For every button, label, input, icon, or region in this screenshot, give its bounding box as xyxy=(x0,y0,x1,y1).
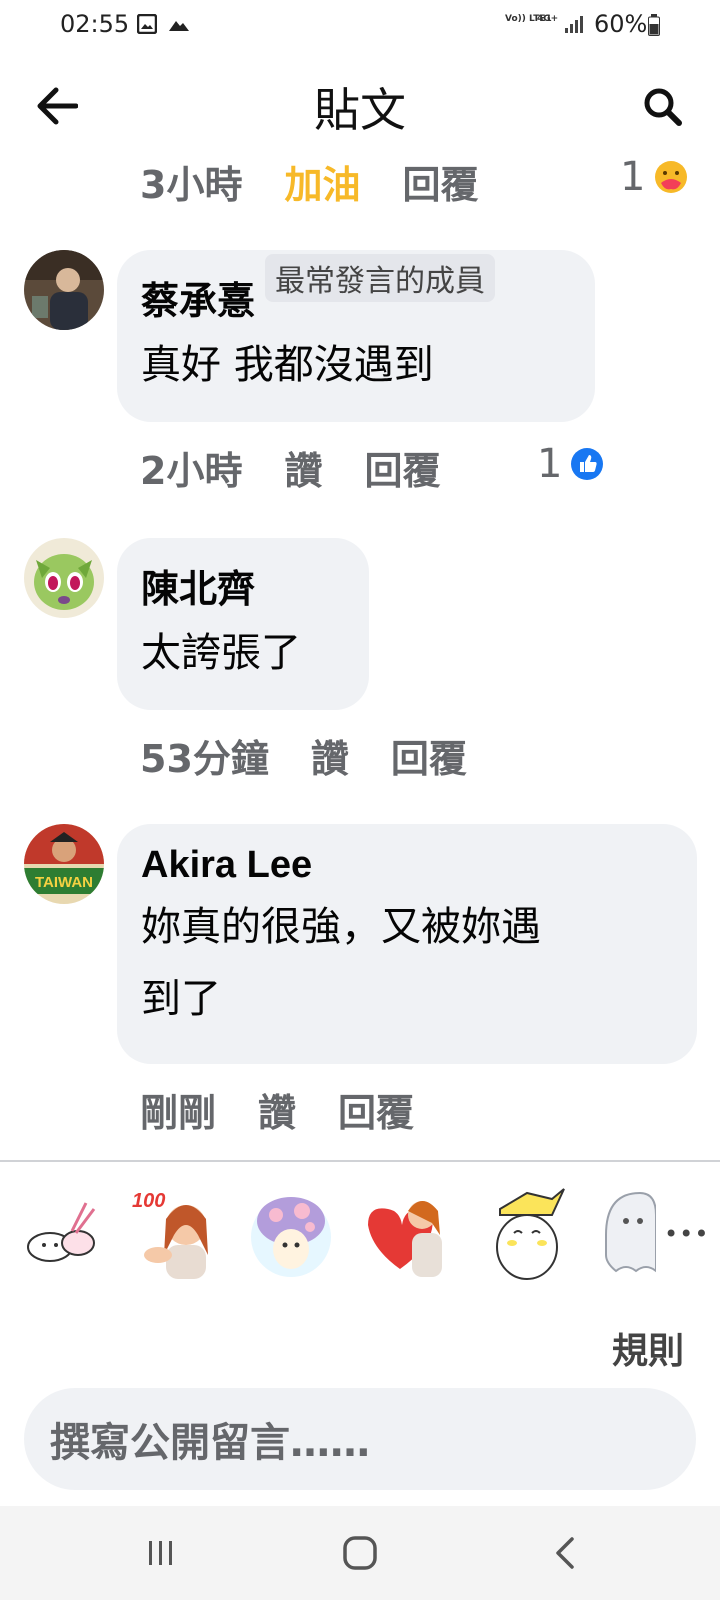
mushroom-sticker[interactable] xyxy=(246,1185,336,1281)
reaction-count: 1 xyxy=(620,154,646,200)
comment-actions: 53分鐘 讚 回覆 xyxy=(140,728,509,783)
comment-text: 妳真的很強，又被妳遇 到了 xyxy=(141,891,673,1035)
sticker-100-label: 100 xyxy=(132,1190,165,1212)
heart-hug-girl-sticker[interactable] xyxy=(360,1185,450,1281)
comment-time: 剛剛 xyxy=(140,1090,217,1135)
reply-button[interactable]: 回覆 xyxy=(402,154,478,209)
reply-button[interactable]: 回覆 xyxy=(338,1082,414,1137)
comment-author[interactable]: Akira Lee xyxy=(141,844,312,887)
comment-actions: 2小時 讚 回覆 xyxy=(140,440,482,495)
like-button[interactable]: 讚 xyxy=(284,440,322,495)
reaction-summary[interactable]: 1 xyxy=(620,154,689,200)
page-title: 貼文 xyxy=(314,83,406,137)
reply-button[interactable]: 回覆 xyxy=(391,728,467,783)
comment-time: 2小時 xyxy=(140,448,243,493)
comment-time: 53分鐘 xyxy=(140,736,269,781)
comment-author[interactable]: 陳北齊 xyxy=(141,558,255,613)
seal-sticker[interactable] xyxy=(482,1185,572,1281)
system-navigation-bar xyxy=(0,1506,720,1600)
like-reaction-icon xyxy=(571,448,604,480)
top-contributor-badge: 最常發言的成員 xyxy=(265,253,496,302)
status-bar: 02:55 Vo)) LTE1 4G+ 60% xyxy=(0,0,720,52)
home-button[interactable] xyxy=(335,1530,385,1576)
image-notification-icon xyxy=(137,14,157,34)
back-nav-button[interactable] xyxy=(540,1530,590,1576)
more-stickers-button[interactable]: ••• xyxy=(664,1220,709,1248)
comment-text: 真好 我都沒遇到 xyxy=(141,342,434,388)
avatar-photo: TAIWAN xyxy=(24,824,104,904)
status-time: 02:55 xyxy=(60,10,130,38)
comment-input[interactable]: 撰寫公開留言…… xyxy=(24,1388,696,1490)
signal-icon xyxy=(565,16,583,33)
chevron-left-icon xyxy=(556,1537,574,1569)
comment-bubble[interactable]: 蔡承憙 最常發言的成員 真好 我都沒遇到 xyxy=(117,250,595,422)
bunny-sticker[interactable] xyxy=(14,1185,104,1281)
rules-link[interactable]: 規則 xyxy=(612,1322,684,1374)
avatar-logo-text: TAIWAN xyxy=(35,874,93,891)
comment-text-line: 妳真的很強，又被妳遇 xyxy=(141,904,541,950)
divider xyxy=(0,1160,720,1162)
avatar[interactable] xyxy=(24,538,104,618)
comment-time: 3小時 xyxy=(140,162,243,207)
comment-text: 太誇張了 xyxy=(141,630,301,676)
avatar-photo xyxy=(24,250,104,330)
reaction-count: 1 xyxy=(537,441,563,487)
search-icon xyxy=(644,88,682,126)
header: 貼文 xyxy=(0,60,720,150)
comment-bubble[interactable]: 陳北齊 太誇張了 xyxy=(117,538,369,710)
comment-actions: 3小時 加油 回覆 xyxy=(140,154,520,209)
reply-button[interactable]: 回覆 xyxy=(364,440,440,495)
search-button[interactable] xyxy=(638,82,688,132)
avatar[interactable] xyxy=(24,250,104,330)
recent-apps-icon xyxy=(149,1541,172,1565)
avatar[interactable]: TAIWAN xyxy=(24,824,104,904)
care-reaction-icon xyxy=(655,161,688,193)
network-indicator: 4G+ xyxy=(537,14,559,24)
comment-bubble[interactable]: Akira Lee 妳真的很強，又被妳遇 到了 xyxy=(117,824,697,1064)
avatar-photo xyxy=(24,538,104,618)
like-button[interactable]: 讚 xyxy=(258,1082,296,1137)
reaction-summary[interactable]: 1 xyxy=(537,441,604,487)
comment-text-line: 到了 xyxy=(141,976,221,1022)
heart-hand-girl-sticker[interactable]: 100 xyxy=(128,1185,218,1281)
battery-icon xyxy=(648,14,660,36)
mountain-notification-icon xyxy=(169,21,189,31)
like-button[interactable]: 讚 xyxy=(311,728,349,783)
comment-actions: 剛剛 讚 回覆 xyxy=(140,1082,456,1137)
battery-percentage: 60% xyxy=(594,10,648,38)
recent-apps-button[interactable] xyxy=(136,1530,186,1576)
home-icon xyxy=(343,1536,377,1570)
cheer-reaction-button[interactable]: 加油 xyxy=(284,154,360,209)
ghost-sticker[interactable] xyxy=(596,1185,656,1281)
comment-author[interactable]: 蔡承憙 xyxy=(141,270,255,325)
